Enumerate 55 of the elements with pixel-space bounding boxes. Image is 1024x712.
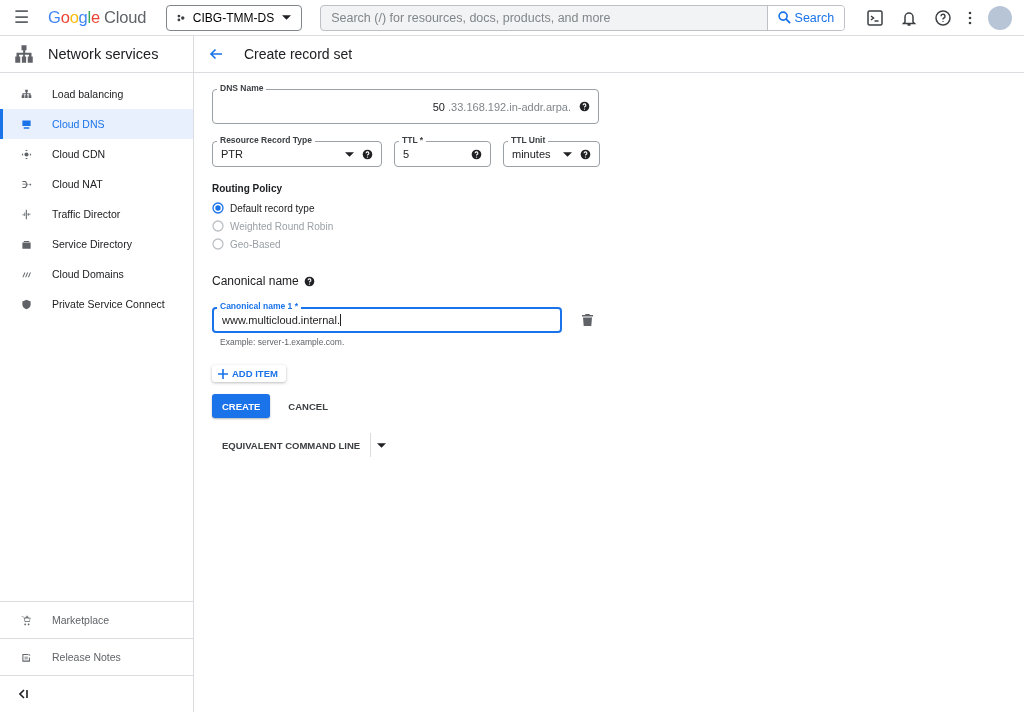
sidebar-item[interactable]: Cloud DNS [0,109,193,139]
sidebar-link[interactable]: Marketplace [0,601,193,638]
caret-icon [282,15,292,20]
command-line-button[interactable]: EQUIVALENT COMMAND LINE [212,433,372,457]
logo[interactable]: Google Cloud [48,8,147,27]
sidebar-item[interactable]: Cloud Domains [0,259,193,289]
section-title: Canonical name [212,274,299,288]
radio-label: Geo-Based [230,238,281,250]
sidebar-link[interactable]: Release Notes [0,638,193,675]
service-icon [21,238,32,250]
service-icon [21,208,32,220]
add-item-button[interactable]: ADD ITEM [212,365,286,382]
project-selector[interactable]: CIBG-TMM-DS [166,4,303,31]
cart-icon [21,614,32,626]
notes-icon [21,651,32,663]
menu-icon[interactable]: ☰ [14,7,36,28]
caret-icon [345,151,354,157]
help-icon[interactable] [934,8,952,27]
help-icon[interactable] [579,101,590,112]
create-button[interactable]: CREATE [212,394,271,418]
hint-text: Example: server-1.example.com. [220,337,346,347]
radio-button[interactable] [212,202,224,214]
back-arrow-icon[interactable] [208,46,224,62]
service-icon [21,88,32,100]
sidebar-item[interactable]: Service Directory [0,229,193,259]
sidebar-item[interactable]: Private Service Connect [0,289,193,319]
page-title: Create record set [244,46,353,62]
service-icon [21,118,32,130]
help-icon[interactable] [471,148,482,160]
sidebar-item[interactable]: Traffic Director [0,199,193,229]
section-title: Routing Policy [212,183,283,194]
search-field[interactable]: Search (/) for resources, docs, products, and more Search [320,4,846,31]
service-icon [21,148,32,160]
cancel-button[interactable]: CANCEL [278,394,338,418]
search-button[interactable]: Search [766,5,845,30]
delete-icon[interactable] [582,314,593,326]
terminal-icon[interactable] [866,8,884,27]
radio-label: Default record type [230,202,315,214]
service-icon [21,178,32,190]
sidebar-item[interactable]: Cloud NAT [0,169,193,199]
search-icon [777,11,791,24]
help-icon[interactable] [303,275,315,287]
plus-icon [218,368,228,379]
collapse-icon[interactable] [19,689,29,699]
caret-icon [377,442,387,448]
sidebar-item[interactable]: Load balancing [0,79,193,109]
service-icon [21,298,32,310]
caret-icon [563,151,572,157]
radio-label: Weighted Round Robin [230,220,334,232]
help-icon[interactable] [580,148,591,160]
project-icon [177,12,185,23]
sidebar-title: Network services [48,46,159,62]
sidebar-item[interactable]: Cloud CDN [0,139,193,169]
network-icon [14,44,34,64]
help-icon[interactable] [362,148,373,160]
